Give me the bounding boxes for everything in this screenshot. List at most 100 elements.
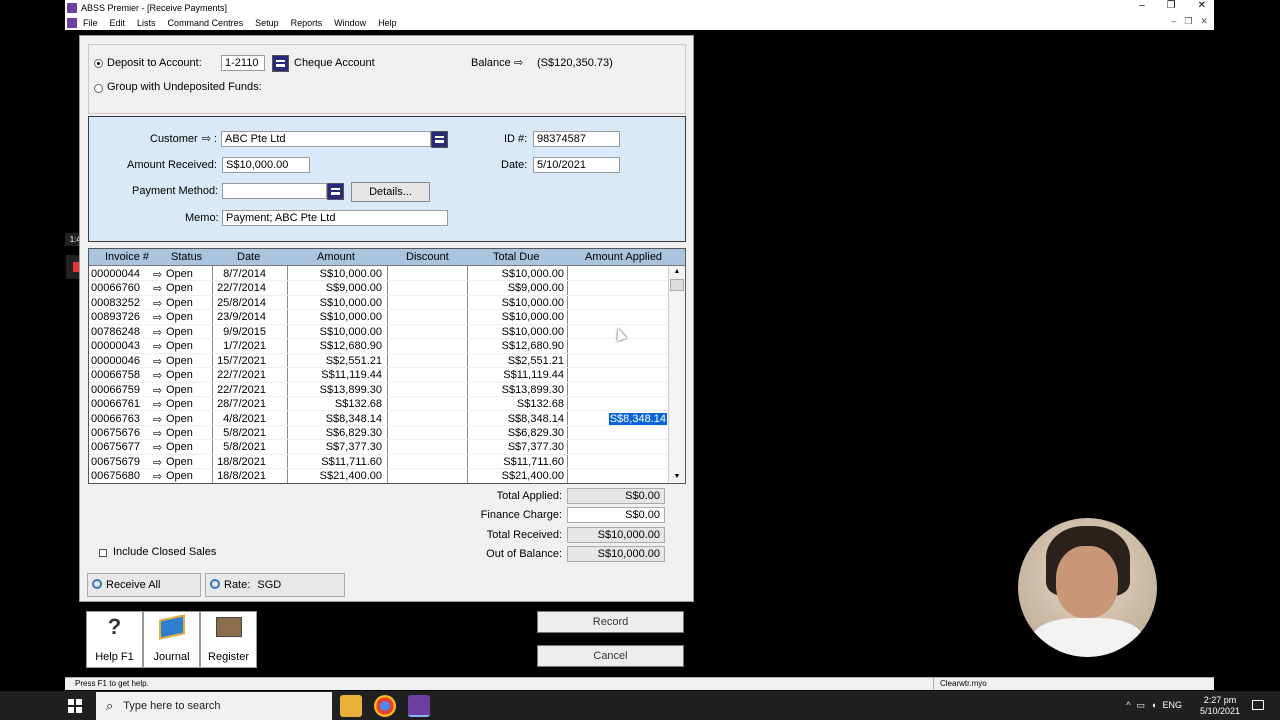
customer-zoom-arrow-icon[interactable]: ⇨ bbox=[202, 132, 211, 145]
table-row[interactable]: 00000044 Open ⇨ 8/7/2014 S$10,000.00 S$10,00… bbox=[89, 267, 669, 282]
table-row[interactable]: 00786248 Open ⇨ 9/9/2015 S$10,000.00 S$10,00… bbox=[89, 325, 669, 340]
cell-date: 23/9/2014 bbox=[217, 311, 266, 324]
status-arrow-icon[interactable]: ⇨ bbox=[153, 471, 162, 483]
table-row[interactable]: 00893726 Open ⇨ 23/9/2014 S$10,000.00 S$10,0… bbox=[89, 310, 669, 325]
table-row[interactable]: 00675680 Open ⇨ 18/8/2021 S$21,400.00 S$21,4… bbox=[89, 469, 669, 483]
journal-button[interactable]: Journal bbox=[143, 611, 200, 668]
mdi-close-icon[interactable]: ✕ bbox=[1200, 16, 1208, 27]
col-amount[interactable]: Amount bbox=[317, 251, 355, 263]
status-arrow-icon[interactable]: ⇨ bbox=[153, 457, 162, 469]
language-indicator[interactable]: ENG bbox=[1162, 700, 1182, 711]
app-icon bbox=[67, 2, 77, 13]
menu-command-centres[interactable]: Command Centres bbox=[168, 18, 244, 28]
table-row[interactable]: 00066761 Open ⇨ 28/7/2021 S$132.68 S$132.68 bbox=[89, 397, 669, 412]
volume-icon[interactable]: ◖ bbox=[1151, 700, 1156, 711]
menu-file[interactable]: File bbox=[83, 18, 98, 28]
status-arrow-icon[interactable]: ⇨ bbox=[153, 356, 162, 368]
status-arrow-icon[interactable]: ⇨ bbox=[153, 385, 162, 397]
rate-button[interactable]: Rate: SGD bbox=[205, 573, 345, 597]
details-button[interactable]: Details... bbox=[351, 182, 430, 202]
cell-invoice: 00675679 bbox=[91, 455, 140, 468]
finance-charge-field[interactable]: S$0.00 bbox=[567, 507, 665, 523]
menu-edit[interactable]: Edit bbox=[110, 18, 126, 28]
receive-all-button[interactable]: Receive All bbox=[87, 573, 201, 597]
table-row[interactable]: 00675676 Open ⇨ 5/8/2021 S$6,829.30 S$6,829.… bbox=[89, 426, 669, 441]
col-discount[interactable]: Discount bbox=[406, 251, 449, 263]
payment-method-field[interactable] bbox=[222, 183, 327, 199]
amount-received-field[interactable]: S$10,000.00 bbox=[222, 157, 310, 173]
account-list-button[interactable] bbox=[272, 55, 289, 72]
table-row[interactable]: 00000043 Open ⇨ 1/7/2021 S$12,680.90 S$12,68… bbox=[89, 339, 669, 354]
scroll-up-icon[interactable]: ▲ bbox=[669, 266, 685, 278]
col-amount-applied[interactable]: Amount Applied bbox=[585, 251, 662, 263]
scroll-down-icon[interactable]: ▼ bbox=[669, 471, 685, 483]
record-button[interactable]: Record bbox=[537, 611, 684, 633]
zoom-arrow-icon[interactable]: ⇨ bbox=[514, 56, 523, 69]
cell-date: 18/8/2021 bbox=[217, 455, 266, 468]
taskbar-clock[interactable]: 2:27 pm 5/10/2021 bbox=[1200, 695, 1240, 717]
status-arrow-icon[interactable]: ⇨ bbox=[153, 341, 162, 353]
status-arrow-icon[interactable]: ⇨ bbox=[153, 327, 162, 339]
close-button[interactable]: ✕ bbox=[1198, 0, 1206, 11]
mdi-minimize-icon[interactable]: – bbox=[1171, 16, 1176, 27]
col-total-due[interactable]: Total Due bbox=[493, 251, 539, 263]
taskbar-search[interactable]: ⌕ Type here to search bbox=[96, 692, 332, 720]
abss-app-icon[interactable] bbox=[408, 695, 430, 717]
customer-field[interactable]: ABC Pte Ltd bbox=[221, 131, 431, 147]
chrome-icon[interactable] bbox=[374, 695, 396, 717]
notification-icon[interactable] bbox=[1252, 700, 1264, 710]
out-of-balance-label: Out of Balance: bbox=[486, 548, 562, 560]
minimize-button[interactable]: – bbox=[1139, 0, 1145, 11]
menu-reports[interactable]: Reports bbox=[291, 18, 323, 28]
status-arrow-icon[interactable]: ⇨ bbox=[153, 298, 162, 310]
table-row[interactable]: 00066763 Open ⇨ 4/8/2021 S$8,348.14 S$8,348.… bbox=[89, 412, 669, 426]
status-arrow-icon[interactable]: ⇨ bbox=[153, 269, 162, 281]
status-arrow-icon[interactable]: ⇨ bbox=[153, 428, 162, 440]
status-arrow-icon[interactable]: ⇨ bbox=[153, 283, 162, 295]
help-button[interactable]: ? Help F1 bbox=[86, 611, 143, 668]
register-button[interactable]: Register bbox=[200, 611, 257, 668]
deposit-radio[interactable] bbox=[94, 59, 103, 68]
col-status[interactable]: Status bbox=[171, 251, 202, 263]
windows-start-icon[interactable] bbox=[68, 699, 82, 713]
mdi-restore-icon[interactable]: ❐ bbox=[1184, 16, 1192, 27]
menu-setup[interactable]: Setup bbox=[255, 18, 279, 28]
memo-field[interactable]: Payment; ABC Pte Ltd bbox=[222, 210, 448, 226]
status-arrow-icon[interactable]: ⇨ bbox=[153, 414, 162, 426]
col-invoice[interactable]: Invoice # bbox=[105, 251, 149, 263]
status-arrow-icon[interactable]: ⇨ bbox=[153, 399, 162, 411]
col-date[interactable]: Date bbox=[237, 251, 260, 263]
restore-button[interactable]: ❐ bbox=[1167, 0, 1176, 11]
menu-lists[interactable]: Lists bbox=[137, 18, 156, 28]
grid-scrollbar[interactable]: ▲ ▼ bbox=[668, 266, 685, 483]
payment-method-list-button[interactable] bbox=[327, 183, 344, 200]
status-arrow-icon[interactable]: ⇨ bbox=[153, 442, 162, 454]
network-icon[interactable]: ▭ bbox=[1137, 700, 1146, 711]
document-icon[interactable] bbox=[67, 17, 77, 28]
group-undeposited-radio[interactable] bbox=[94, 84, 103, 93]
table-row[interactable]: 00066758 Open ⇨ 22/7/2021 S$11,119.44 S$11,1… bbox=[89, 368, 669, 383]
menu-help[interactable]: Help bbox=[378, 18, 397, 28]
clock-date: 5/10/2021 bbox=[1199, 706, 1240, 716]
file-explorer-icon[interactable] bbox=[340, 695, 362, 717]
include-closed-checkbox[interactable] bbox=[99, 549, 107, 557]
table-row[interactable]: 00066759 Open ⇨ 22/7/2021 S$13,899.30 S$13,8… bbox=[89, 383, 669, 397]
account-number-field[interactable]: 1-2110 bbox=[221, 55, 265, 71]
total-applied-label: Total Applied: bbox=[496, 490, 562, 502]
status-arrow-icon[interactable]: ⇨ bbox=[153, 312, 162, 324]
table-row[interactable]: 00675679 Open ⇨ 18/8/2021 S$11,711.60 S$11,7… bbox=[89, 455, 669, 470]
table-row[interactable]: 00675677 Open ⇨ 5/8/2021 S$7,377.30 S$7,377.… bbox=[89, 440, 669, 455]
id-field[interactable]: 98374587 bbox=[533, 131, 620, 147]
table-row[interactable]: 00066760 Open ⇨ 22/7/2014 S$9,000.00 S$9,000… bbox=[89, 281, 669, 296]
chevron-up-icon[interactable]: ^ bbox=[1126, 700, 1130, 711]
table-row[interactable]: 00000046 Open ⇨ 15/7/2021 S$2,551.21 S$2,551… bbox=[89, 354, 669, 369]
menu-window[interactable]: Window bbox=[334, 18, 366, 28]
cell-date: 18/8/2021 bbox=[217, 470, 266, 483]
status-arrow-icon[interactable]: ⇨ bbox=[153, 370, 162, 382]
cell-total-due: S$10,000.00 bbox=[501, 325, 564, 338]
date-field[interactable]: 5/10/2021 bbox=[533, 157, 620, 173]
scroll-thumb[interactable] bbox=[670, 279, 684, 291]
cancel-button[interactable]: Cancel bbox=[537, 645, 684, 667]
customer-list-button[interactable] bbox=[431, 131, 448, 148]
table-row[interactable]: 00083252 Open ⇨ 25/8/2014 S$10,000.00 S$10,0… bbox=[89, 296, 669, 311]
